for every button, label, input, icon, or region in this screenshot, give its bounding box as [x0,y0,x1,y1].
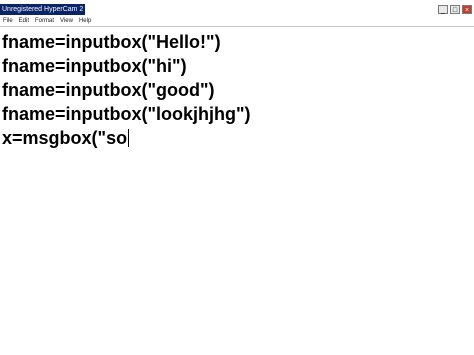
close-button[interactable]: × [462,5,472,14]
notepad-window: Unregistered HyperCam 2 _ □ × File Edit … [0,0,474,355]
menu-view[interactable]: View [57,16,76,26]
code-line-4: fname=inputbox("lookjhjhg") [2,104,251,124]
window-controls: _ □ × [438,4,472,15]
code-line-5: x=msgbox("so [2,126,251,150]
editor-lines: fname=inputbox("Hello!") fname=inputbox(… [2,30,251,150]
menu-format[interactable]: Format [32,16,57,26]
menu-help[interactable]: Help [76,16,94,26]
menu-file[interactable]: File [0,16,16,26]
code-line-1: fname=inputbox("Hello!") [2,32,221,52]
maximize-button[interactable]: □ [450,5,460,14]
code-line-5-text: x=msgbox("so [2,128,128,148]
minimize-button[interactable]: _ [438,5,448,14]
text-editor-area[interactable]: fname=inputbox("Hello!") fname=inputbox(… [0,27,474,355]
title-bar: Unregistered HyperCam 2 _ □ × [0,4,474,15]
menu-bar: File Edit Format View Help [0,16,474,26]
recorder-watermark: Unregistered HyperCam 2 [0,4,86,15]
code-line-3: fname=inputbox("good") [2,80,215,100]
text-caret [128,129,130,147]
code-line-2: fname=inputbox("hi") [2,56,187,76]
menu-edit[interactable]: Edit [16,16,32,26]
